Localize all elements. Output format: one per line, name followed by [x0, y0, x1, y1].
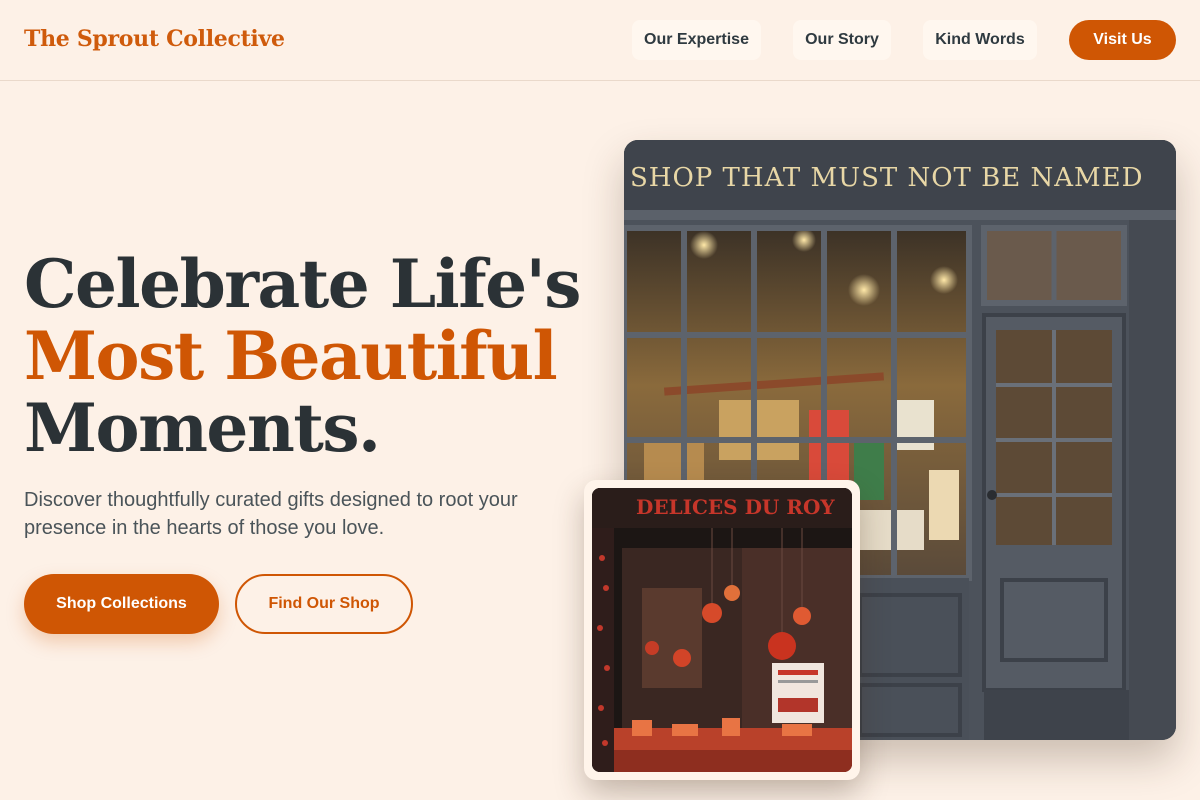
find-our-shop-button[interactable]: Find Our Shop	[235, 574, 413, 634]
shop-interior-illustration: DELICES DU ROY	[592, 488, 852, 772]
brand-logo[interactable]: The Sprout Collective	[24, 26, 285, 52]
hero-title-line-2: Most Beautiful	[24, 317, 558, 395]
nav-kind-words[interactable]: Kind Words	[923, 20, 1037, 60]
nav-our-story[interactable]: Our Story	[793, 20, 891, 60]
nav-our-expertise[interactable]: Our Expertise	[632, 20, 761, 60]
hero-subtitle: Discover thoughtfully curated gifts desi…	[24, 489, 518, 539]
shop-sign-text: SHOP THAT MUST NOT BE NAMED	[630, 163, 1143, 193]
card-sign-text: DELICES DU ROY	[636, 495, 835, 519]
shop-collections-button[interactable]: Shop Collections	[24, 574, 219, 634]
visit-us-button[interactable]: Visit Us	[1069, 20, 1176, 60]
shop-interior-photo: DELICES DU ROY	[592, 488, 852, 772]
hero-title: Celebrate Life's Most Beautiful Moments.	[24, 248, 584, 464]
hero-title-line-3: Moments.	[24, 389, 381, 467]
site-header: The Sprout Collective Our Expertise Our …	[0, 0, 1200, 81]
hero-title-line-1: Celebrate Life's	[24, 245, 581, 323]
featured-shop-card: DELICES DU ROY	[584, 480, 860, 780]
